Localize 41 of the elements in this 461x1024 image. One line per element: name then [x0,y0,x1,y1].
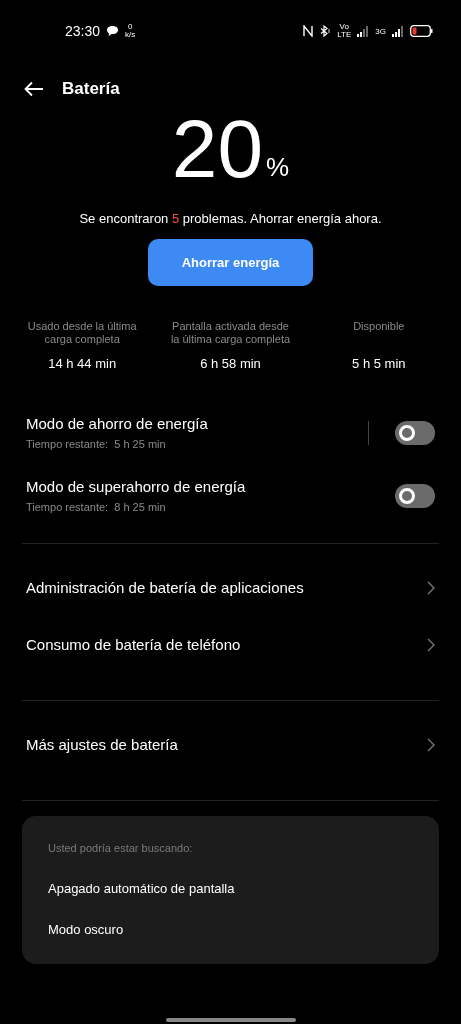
mode-subtitle: Tiempo restante: 8 h 25 min [26,501,167,513]
chevron-right-icon [427,637,435,652]
chevron-right-icon [427,580,435,595]
back-arrow-icon[interactable] [24,81,44,97]
bluetooth-icon [319,25,332,37]
net-speed-value: 0 [127,23,133,31]
stat-value: 6 h 58 min [200,356,261,371]
volte-label: Vo [339,23,349,31]
menu-item-label: Consumo de batería de teléfono [26,636,241,653]
problems-message: Se encontraron 5 problemas. Ahorrar energía ahora. [78,211,383,226]
battery-percentage: 20 [171,109,264,189]
menu-item-label: Más ajustes de batería [26,736,178,753]
mode-title: Modo de ahorro de energía [26,415,209,432]
suggestion-link[interactable]: Modo oscuro [48,922,413,937]
suggestions-heading: Usted podría estar buscando: [48,842,194,854]
network-type-label: 3G [375,26,386,36]
net-speed-unit: k/s [125,31,136,39]
battery-low-icon [410,25,433,37]
menu-item[interactable]: Administración de batería de aplicaciones [0,559,461,616]
nfc-icon [303,25,314,37]
signal-icon [392,25,404,37]
stat-value: 5 h 5 min [352,356,406,371]
stat-label: Pantalla activada desde la última carga completa [169,320,292,346]
menu-item[interactable]: Más ajustes de batería [0,716,461,773]
toggle-switch[interactable] [395,483,435,508]
mode-subtitle: Tiempo restante: 5 h 25 min [26,438,167,450]
stat-label: Usado desde la última carga completa [26,320,138,346]
menu-item-label: Administración de batería de aplicaciones [26,579,304,596]
suggestion-link[interactable]: Apagado automático de pantalla [48,881,413,896]
signal-icon [357,25,370,37]
stat-value: 14 h 44 min [48,356,117,371]
percent-sign: % [266,152,290,183]
mode-title: Modo de superahorro de energía [26,478,247,495]
menu-item[interactable]: Consumo de batería de teléfono [0,616,461,673]
chat-bubble-icon [106,25,120,37]
lte-label: LTE [337,31,352,39]
page-title: Batería [62,79,120,99]
clock-time: 23:30 [65,23,101,39]
chevron-right-icon [427,737,435,752]
toggle-switch[interactable] [395,420,435,445]
stat-label: Disponible [353,320,405,334]
